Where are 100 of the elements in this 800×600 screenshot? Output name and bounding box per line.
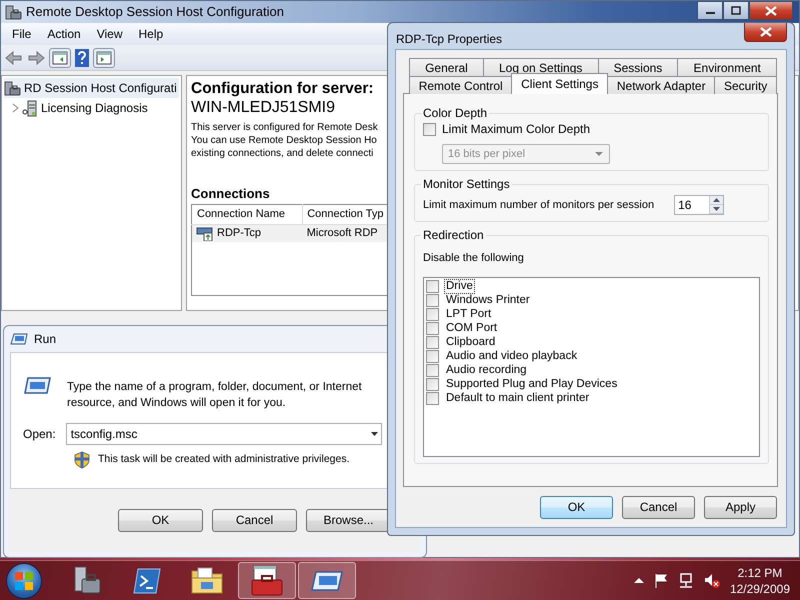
flag-icon[interactable] — [654, 572, 668, 588]
windows-logo-icon — [13, 570, 35, 592]
checkbox[interactable] — [426, 280, 439, 293]
checkbox-label[interactable]: Clipboard — [444, 335, 498, 350]
checkbox-label[interactable]: COM Port — [444, 321, 500, 336]
menu-item[interactable]: File — [4, 25, 40, 43]
run-icon — [23, 375, 53, 395]
description-line: existing connections, and delete connecti — [191, 147, 374, 160]
checkbox-label[interactable]: Default to main client printer — [444, 391, 592, 406]
section-heading: Connections — [191, 185, 270, 203]
shield-icon — [74, 451, 90, 469]
checkbox-label[interactable]: LPT Port — [444, 307, 494, 322]
description-line: This server is configured for Remote Desk — [191, 121, 378, 134]
tab[interactable]: Client Settings — [511, 73, 608, 94]
checkbox[interactable] — [426, 294, 439, 307]
close-icon — [760, 27, 772, 37]
dropdown: 16 bits per pixel — [442, 144, 610, 164]
maximize-button[interactable] — [723, 1, 749, 20]
heading: Configuration for server: — [191, 80, 374, 98]
toolbox-icon — [250, 564, 284, 596]
server-name: WIN-MLEDJ51SMI9 — [191, 98, 336, 117]
server-tools-icon — [5, 4, 22, 20]
dialog-button[interactable]: Cancel — [212, 508, 297, 532]
dialog-button[interactable]: OK — [118, 508, 203, 532]
connection-name[interactable]: RDP-Tcp — [217, 225, 262, 242]
instruction-text: Type the name of a program, folder, document, or Internet resource, and Windows will open it for you. — [67, 380, 363, 411]
group-title: Redirection — [422, 228, 485, 242]
checkbox-label[interactable]: Audio recording — [444, 363, 529, 378]
checkbox-label[interactable]: Windows Printer — [444, 293, 532, 308]
checkbox[interactable] — [426, 392, 439, 405]
menu-item[interactable]: Action — [39, 25, 89, 43]
help-icon[interactable] — [75, 48, 89, 66]
maximize-icon — [731, 6, 741, 15]
checkbox[interactable] — [423, 122, 436, 136]
tree-item[interactable]: RD Session Host Configurati — [4, 78, 179, 98]
menu-item[interactable]: View — [88, 25, 130, 43]
muted-speaker-icon[interactable] — [704, 572, 720, 588]
dialog-button[interactable]: OK — [540, 496, 613, 518]
network-icon[interactable] — [678, 572, 694, 588]
checkbox-label[interactable]: Audio and video playback — [444, 349, 580, 364]
server-tools-icon — [4, 80, 21, 96]
taskbar-button[interactable] — [238, 562, 296, 599]
checkbox-label[interactable]: Drive — [444, 279, 475, 294]
tab[interactable]: Remote Control — [409, 76, 512, 94]
column-header[interactable]: Connection Typ — [302, 204, 388, 224]
dropdown-arrow-icon — [595, 152, 603, 156]
pane-icon — [52, 50, 68, 64]
number-spinner[interactable]: 16 — [674, 195, 724, 215]
close-button[interactable] — [744, 23, 787, 42]
tab[interactable]: Environment — [677, 58, 777, 76]
checkbox[interactable] — [426, 336, 439, 349]
run-icon — [10, 333, 28, 345]
pane-icon — [96, 50, 112, 64]
tab[interactable]: Network Adapter — [607, 76, 716, 94]
group-title: Color Depth — [422, 106, 488, 120]
back-icon[interactable] — [5, 50, 23, 66]
field-label: Open: — [23, 426, 56, 443]
close-icon — [765, 6, 777, 16]
field-label: Limit maximum number of monitors per session — [423, 198, 654, 213]
checkbox[interactable] — [426, 378, 439, 391]
tab[interactable]: General — [409, 58, 484, 76]
clock-date[interactable]: 12/29/2009 — [730, 580, 790, 596]
show-hidden-icons-icon[interactable] — [634, 577, 644, 584]
checkbox-label[interactable]: Limit Maximum Color Depth — [442, 120, 590, 138]
checkbox[interactable] — [426, 350, 439, 363]
down-arrow-icon — [713, 207, 720, 211]
network-connection-icon — [196, 225, 213, 242]
checkbox[interactable] — [426, 364, 439, 377]
dialog-title: RDP-Tcp Properties — [396, 31, 502, 48]
run-icon — [310, 568, 344, 592]
tab[interactable]: Sessions — [598, 58, 678, 76]
start-button[interactable] — [6, 562, 42, 598]
menu-item[interactable]: Help — [130, 25, 172, 43]
up-arrow-icon — [713, 198, 720, 202]
dialog-title: Run — [34, 331, 56, 348]
toggle-pane-button[interactable] — [49, 48, 71, 68]
tab[interactable]: Security — [714, 76, 777, 94]
checkbox[interactable] — [426, 322, 439, 335]
column-header[interactable]: Connection Name — [192, 204, 303, 224]
taskbar-button[interactable] — [298, 562, 356, 599]
clock-time[interactable]: 2:12 PM — [730, 564, 790, 580]
checkbox[interactable] — [426, 308, 439, 321]
window-title: Remote Desktop Session Host Configuration — [26, 3, 284, 22]
description-line: You can use Remote Desktop Session Ho — [191, 134, 377, 147]
command-field[interactable]: tsconfig.msc — [66, 423, 382, 445]
dialog-button[interactable]: Apply — [704, 496, 777, 518]
dialog-button[interactable]: Cancel — [622, 496, 695, 518]
prompt-icon — [132, 566, 162, 596]
forward-icon[interactable] — [27, 50, 45, 66]
table-cell: Microsoft RDP — [302, 224, 388, 242]
minimize-button[interactable] — [697, 1, 723, 20]
folder-icon — [190, 566, 224, 596]
notice-text: This task will be created with administrative privileges. — [98, 452, 350, 468]
action-pane-button[interactable] — [93, 48, 115, 68]
close-button[interactable] — [749, 1, 793, 20]
field-label: Disable the following — [423, 251, 525, 266]
tree-item[interactable]: Licensing Diagnosis — [4, 98, 179, 118]
checkbox-label[interactable]: Supported Plug and Play Devices — [444, 377, 620, 392]
server-toolbox-icon — [72, 566, 102, 596]
group-title: Monitor Settings — [422, 177, 511, 191]
